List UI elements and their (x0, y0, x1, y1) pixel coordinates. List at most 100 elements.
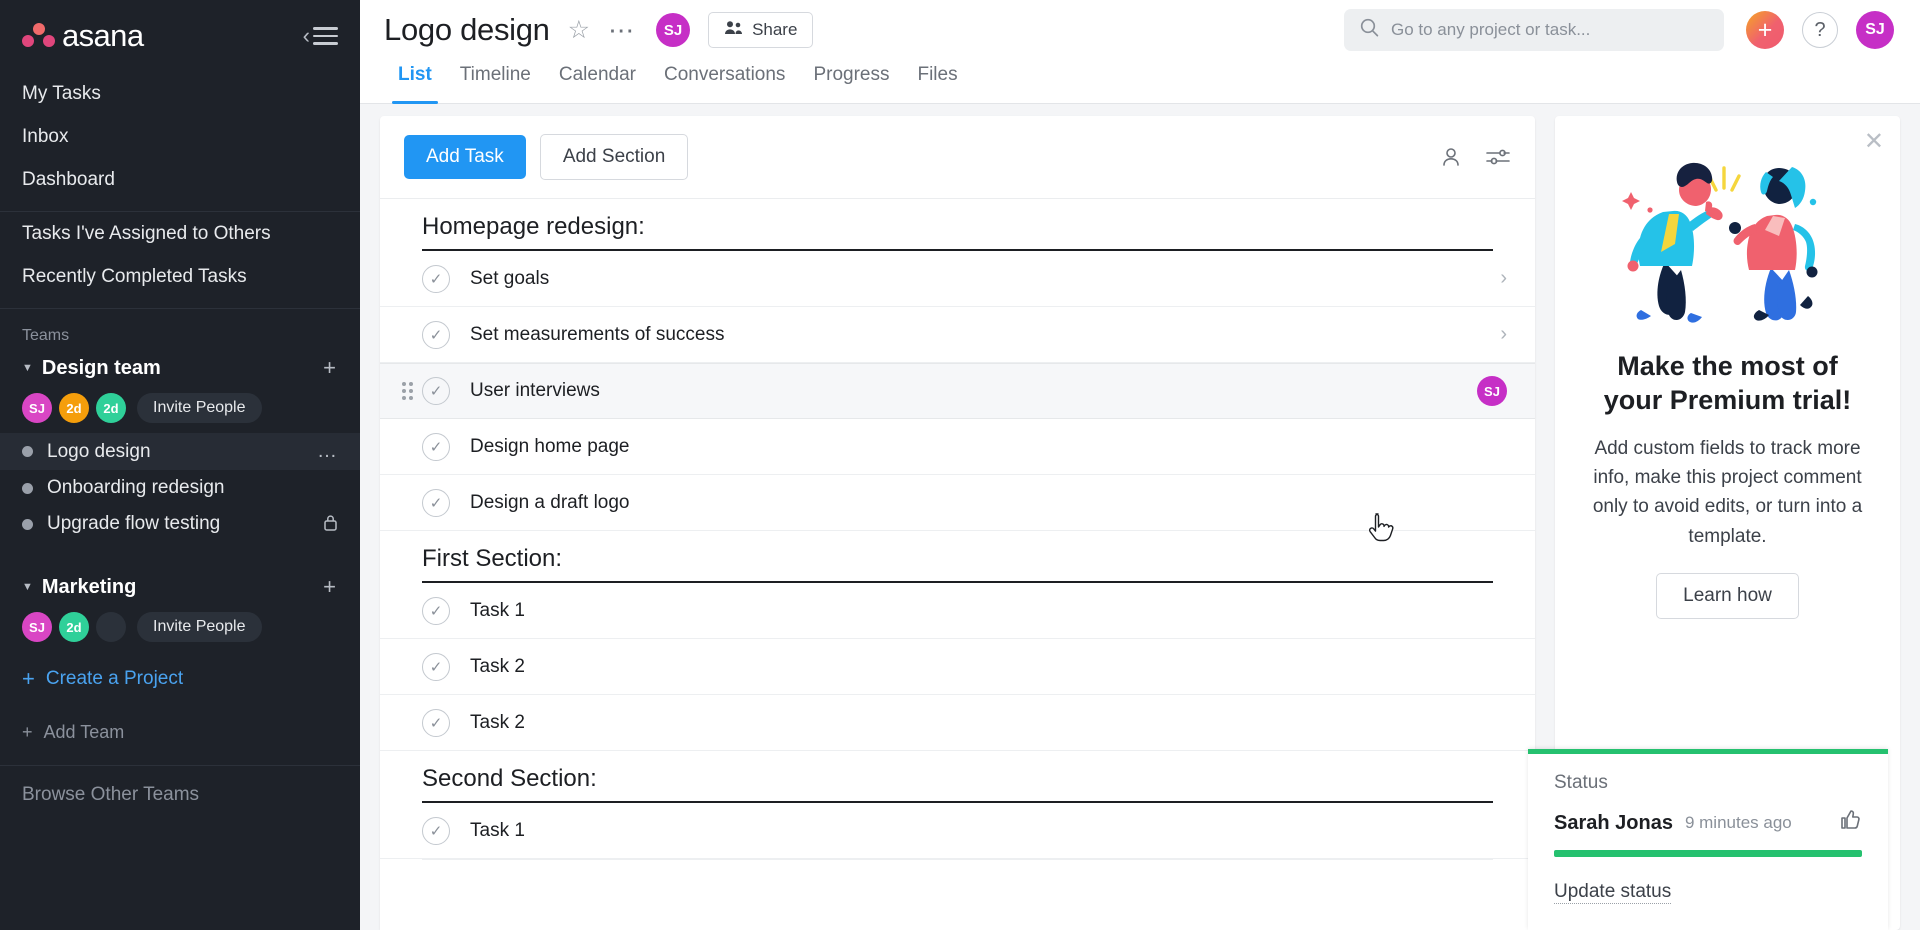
project-overflow-menu-icon[interactable]: … (317, 440, 338, 463)
thumbs-up-icon[interactable] (1838, 808, 1862, 838)
avatar[interactable]: SJ (22, 393, 52, 423)
add-task-button[interactable]: Add Task (404, 135, 526, 179)
collapse-sidebar-button[interactable]: ‹ (303, 25, 338, 47)
task-row-right: › (1500, 323, 1507, 346)
learn-how-button[interactable]: Learn how (1656, 573, 1799, 620)
sidebar-item-onboarding-redesign[interactable]: Onboarding redesign (0, 470, 360, 506)
quick-add-button[interactable]: + (1746, 11, 1784, 49)
project-owner-avatar[interactable]: SJ (656, 13, 691, 47)
add-section-button[interactable]: Add Section (539, 134, 689, 180)
project-name: Onboarding redesign (47, 477, 225, 498)
avatar-placeholder[interactable] (96, 612, 126, 642)
status-label: Status (1554, 772, 1608, 793)
asana-logo[interactable]: asana (22, 18, 144, 54)
add-team-button[interactable]: + Add Team (0, 706, 360, 759)
team-header-design-team[interactable]: ▼ Design team + (0, 351, 360, 385)
tab-timeline[interactable]: Timeline (446, 60, 545, 103)
table-row[interactable]: ✓ Design a draft logo (380, 475, 1535, 531)
tab-progress[interactable]: Progress (799, 60, 903, 103)
table-row[interactable]: ✓ Task 1 (380, 583, 1535, 639)
search-input[interactable] (1391, 20, 1708, 40)
tab-files[interactable]: Files (903, 60, 971, 103)
task-assignee-avatar[interactable]: SJ (1477, 376, 1507, 406)
chevron-right-icon[interactable]: › (1500, 267, 1507, 290)
sort-filter-icon[interactable] (1485, 146, 1511, 168)
status-timestamp: 9 minutes ago (1684, 813, 1792, 832)
share-label: Share (752, 20, 798, 39)
avatar[interactable]: 2d (59, 393, 89, 423)
asana-wordmark: asana (62, 18, 144, 53)
share-button[interactable]: Share (708, 12, 814, 48)
sidebar-item-upgrade-flow-testing[interactable]: Upgrade flow testing (0, 506, 360, 542)
close-icon[interactable]: ✕ (1864, 130, 1884, 154)
create-project-button[interactable]: + Create a Project (0, 652, 360, 706)
favorite-star-icon[interactable]: ☆ (568, 15, 590, 45)
section-header[interactable]: First Section: (422, 545, 1493, 583)
sidebar-item-dashboard[interactable]: Dashboard (0, 158, 360, 201)
sidebar-item-my-tasks[interactable]: My Tasks (0, 72, 360, 115)
two-people-high-five-illustration (1603, 150, 1853, 330)
avatar[interactable]: SJ (22, 612, 52, 642)
sidebar-item-inbox[interactable]: Inbox (0, 115, 360, 158)
table-row[interactable]: ✓ Set measurements of success › (380, 307, 1535, 363)
tab-list[interactable]: List (384, 60, 446, 104)
task-name: Task 1 (470, 599, 525, 621)
page-title: Logo design (384, 12, 550, 47)
complete-task-checkbox[interactable]: ✓ (422, 264, 450, 293)
sidebar-nav: My Tasks Inbox Dashboard Tasks I've Assi… (0, 64, 360, 298)
complete-task-checkbox[interactable]: ✓ (422, 488, 450, 517)
chevron-right-icon[interactable]: › (1500, 323, 1507, 346)
help-button[interactable]: ? (1802, 12, 1838, 48)
table-row[interactable]: ✓ Design home page (380, 419, 1535, 475)
table-row[interactable]: ✓ Set goals › (380, 251, 1535, 307)
task-list-card: Add Task Add Section Homepage redesign: (380, 116, 1535, 930)
section-header[interactable]: Homepage redesign: (422, 213, 1493, 251)
team-header-marketing[interactable]: ▼ Marketing + (0, 570, 360, 604)
tab-calendar[interactable]: Calendar (545, 60, 650, 103)
table-row[interactable]: ✓ Task 2 (380, 639, 1535, 695)
status-card: Status Sarah Jonas 9 minutes ago Update … (1528, 749, 1888, 930)
promo-title-line-1: Make the most of (1617, 351, 1838, 381)
complete-task-checkbox[interactable]: ✓ (422, 652, 450, 681)
team-members-design-team: SJ 2d 2d Invite People (0, 385, 360, 433)
update-status-link[interactable]: Update status (1554, 881, 1672, 904)
complete-task-checkbox[interactable]: ✓ (422, 377, 450, 405)
invite-people-button[interactable]: Invite People (137, 393, 262, 423)
promo-title: Make the most of your Premium trial! (1604, 350, 1852, 418)
complete-task-checkbox[interactable]: ✓ (422, 708, 450, 737)
main-content: Logo design ☆ ⋯ SJ Share + ? SJ Li (360, 0, 1920, 930)
complete-task-checkbox[interactable]: ✓ (422, 816, 450, 845)
add-project-to-team-button[interactable]: + (321, 574, 338, 600)
team-members-marketing: SJ 2d Invite People (0, 604, 360, 652)
plus-icon: + (22, 666, 35, 691)
drag-handle-icon[interactable] (402, 382, 414, 400)
person-icon[interactable] (1439, 145, 1463, 169)
complete-task-checkbox[interactable]: ✓ (422, 432, 450, 461)
status-author: Sarah Jonas (1554, 811, 1673, 834)
sidebar-item-tasks-assigned[interactable]: Tasks I've Assigned to Others (0, 212, 360, 255)
avatar[interactable]: 2d (96, 393, 126, 423)
search-bar[interactable] (1344, 9, 1724, 51)
table-row[interactable]: ✓ Task 2 (380, 695, 1535, 751)
complete-task-checkbox[interactable]: ✓ (422, 596, 450, 625)
status-author-row: Sarah Jonas 9 minutes ago (1554, 808, 1862, 838)
avatar[interactable]: 2d (59, 612, 89, 642)
project-overflow-menu-icon[interactable]: ⋯ (608, 17, 636, 43)
add-project-to-team-button[interactable]: + (321, 355, 338, 381)
table-row[interactable]: ✓ Task 1 (380, 803, 1535, 859)
caret-down-icon: ▼ (22, 581, 33, 593)
section-header[interactable]: Second Section: (422, 765, 1493, 803)
sidebar-item-logo-design[interactable]: Logo design … (0, 433, 360, 470)
sidebar-item-recently-completed[interactable]: Recently Completed Tasks (0, 255, 360, 298)
status-progress-bar (1554, 850, 1862, 857)
browse-other-teams-button[interactable]: Browse Other Teams (0, 766, 360, 824)
plus-icon: + (22, 722, 33, 742)
table-row[interactable]: ✓ User interviews SJ (380, 363, 1535, 419)
user-avatar[interactable]: SJ (1856, 11, 1894, 49)
create-project-label: Create a Project (45, 668, 184, 689)
tab-conversations[interactable]: Conversations (650, 60, 799, 103)
top-bar: Logo design ☆ ⋯ SJ Share + ? SJ (360, 0, 1920, 60)
complete-task-checkbox[interactable]: ✓ (422, 320, 450, 349)
invite-people-button[interactable]: Invite People (137, 612, 262, 642)
sidebar-header: asana ‹ (0, 0, 360, 64)
